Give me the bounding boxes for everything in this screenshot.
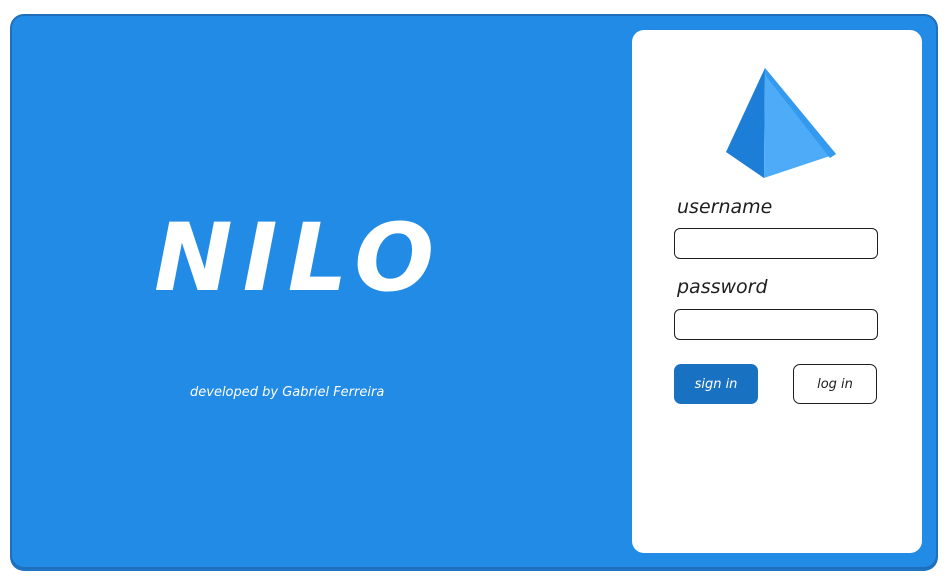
username-label: username [677,196,773,218]
sign-in-button[interactable]: sign in [674,364,758,404]
pyramid-icon [726,68,836,178]
password-field[interactable] [674,309,878,340]
log-in-button[interactable]: log in [793,364,877,404]
password-label: password [677,276,768,298]
login-card: username password sign in log in [632,30,922,553]
app-title: NILO [154,204,445,313]
username-field[interactable] [674,228,878,259]
developer-credit: developed by Gabriel Ferreira [190,385,385,400]
